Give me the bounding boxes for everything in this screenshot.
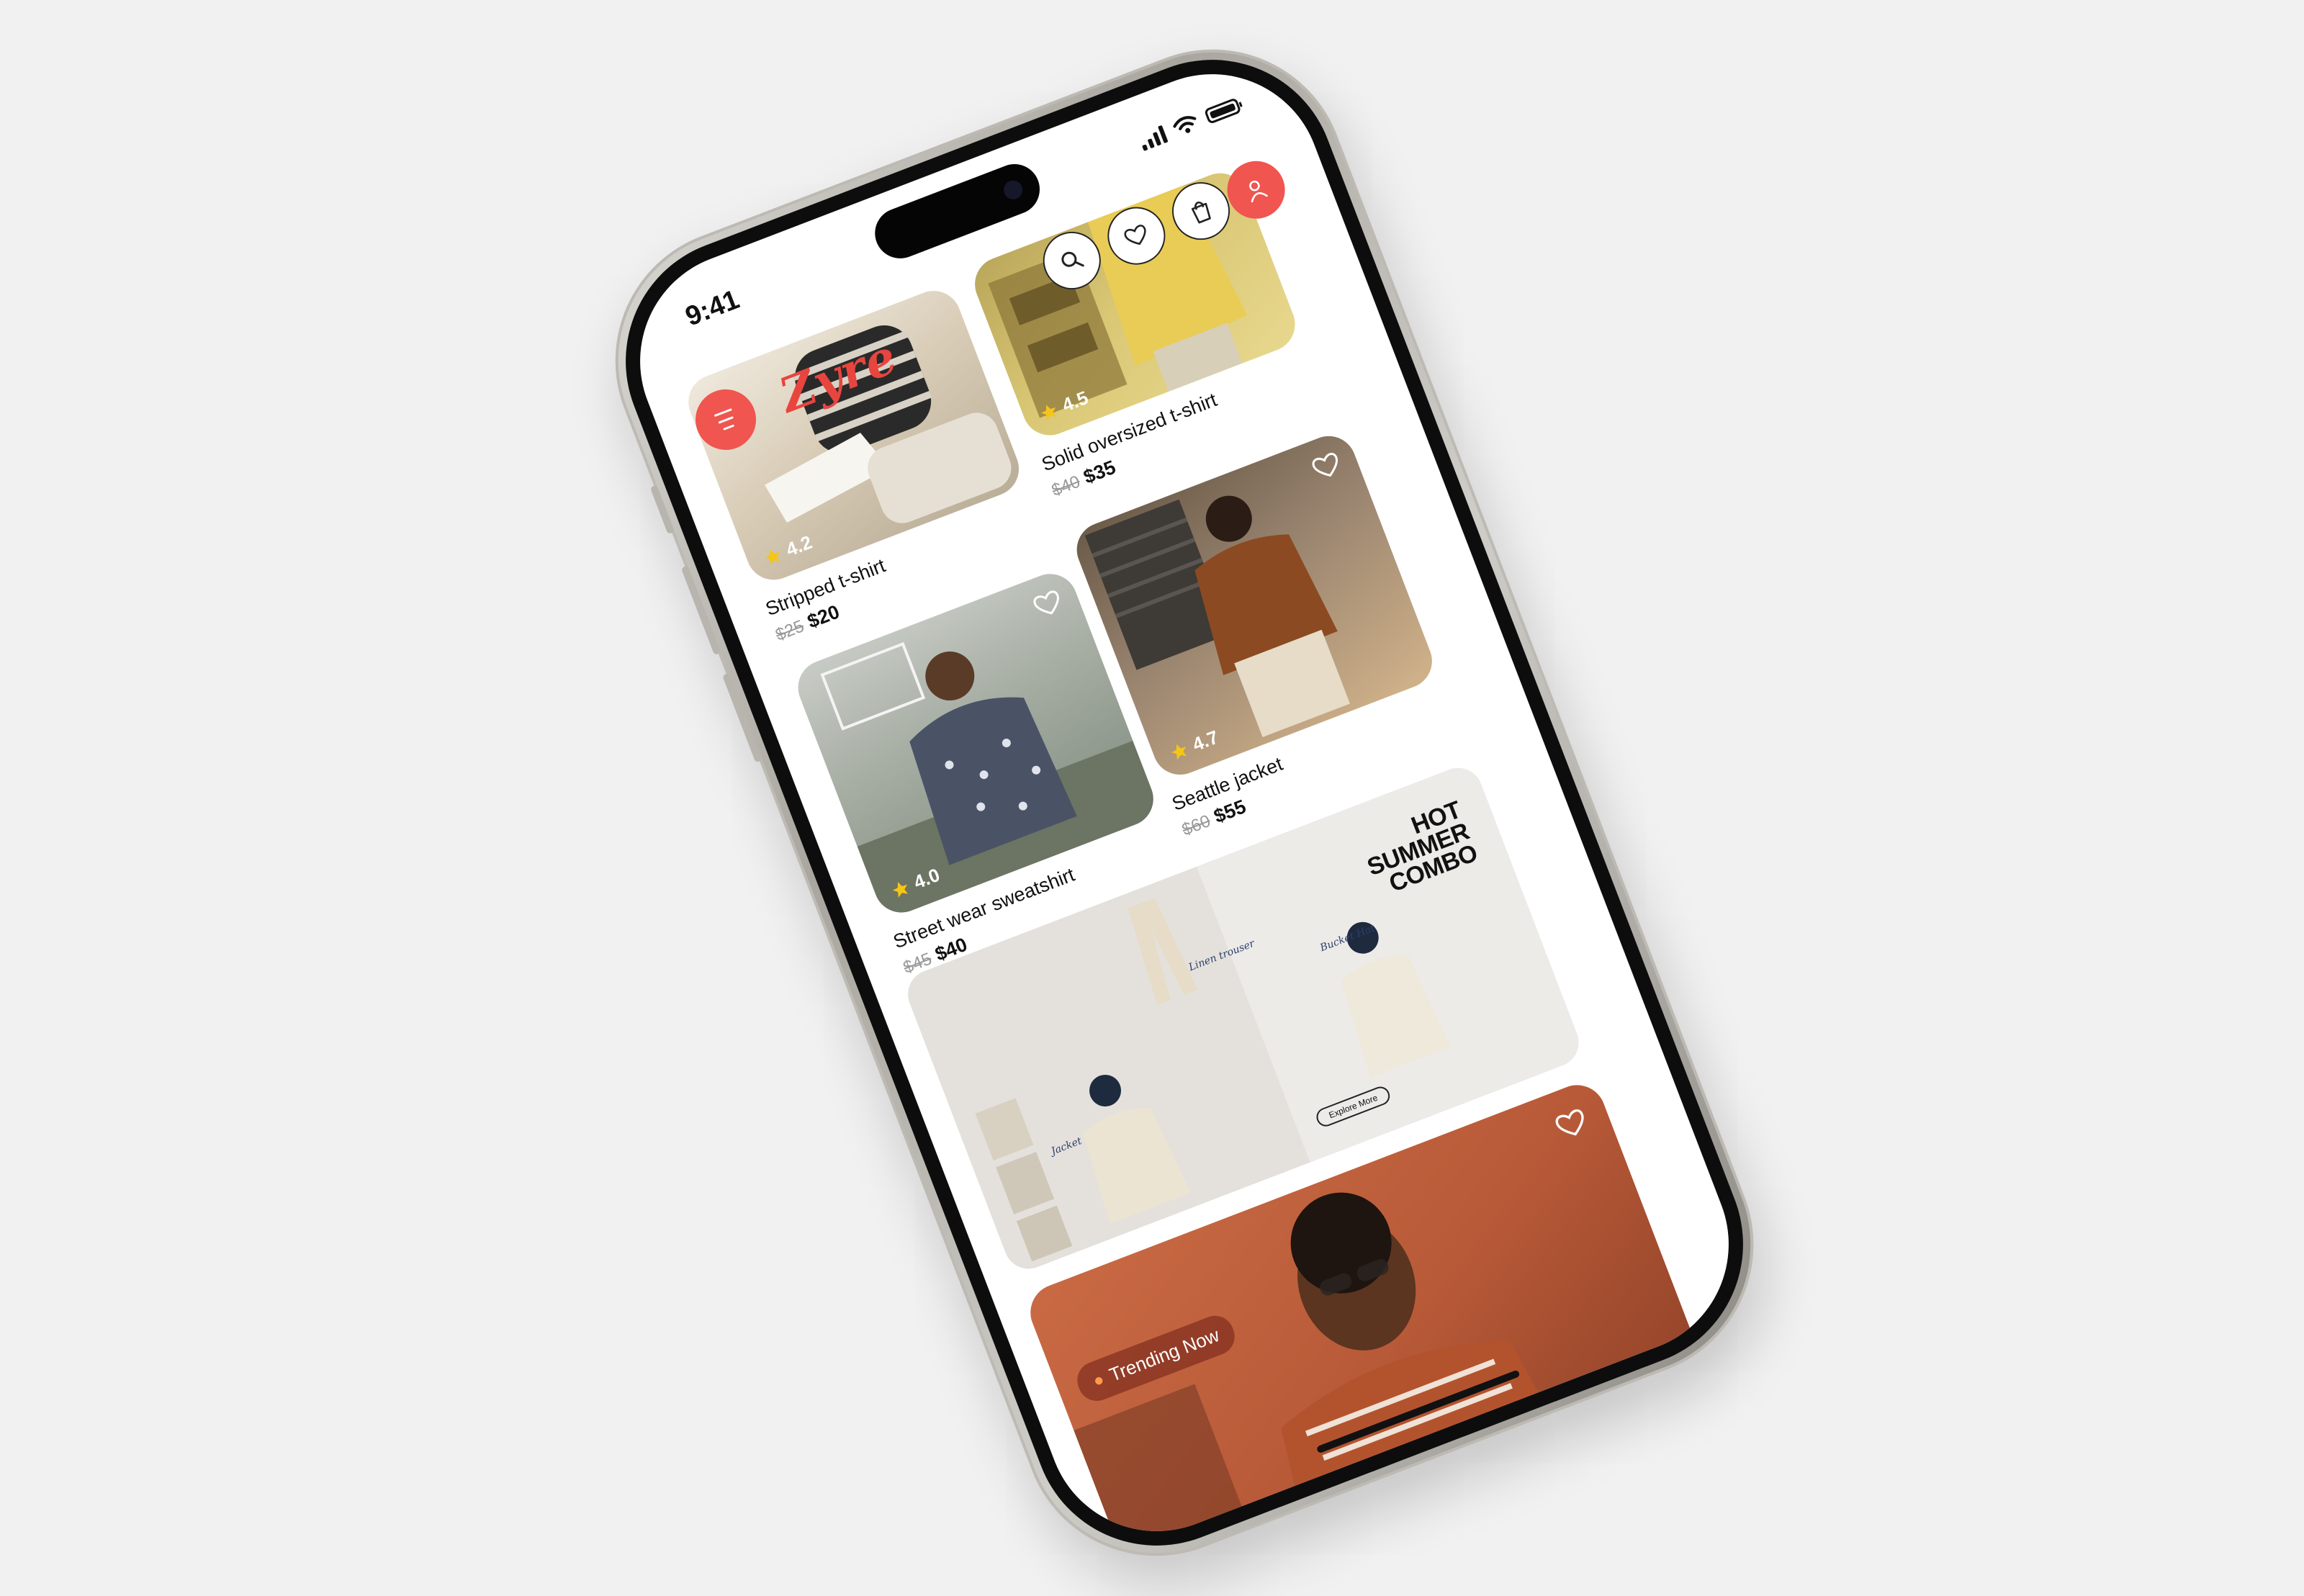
search-button[interactable] bbox=[1035, 223, 1110, 298]
search-icon bbox=[1061, 251, 1084, 267]
menu-icon bbox=[714, 407, 732, 417]
original-price: $40 bbox=[1048, 472, 1084, 501]
original-price: $60 bbox=[1179, 811, 1214, 840]
wishlist-button[interactable] bbox=[1099, 198, 1174, 274]
fire-icon: ● bbox=[1090, 1369, 1107, 1392]
wifi-icon bbox=[1173, 116, 1197, 133]
original-price: $25 bbox=[773, 616, 807, 645]
shopping-bag-icon bbox=[1191, 201, 1211, 224]
battery-icon bbox=[1203, 97, 1242, 125]
user-icon bbox=[1249, 180, 1268, 203]
heart-icon bbox=[1124, 225, 1146, 245]
signal-icon bbox=[1138, 125, 1169, 151]
profile-button[interactable] bbox=[1218, 153, 1294, 227]
phone-mockup: 9:41 Zyre 4.2 Stripped t-shirt $25$20 4.… bbox=[576, 10, 1793, 1595]
